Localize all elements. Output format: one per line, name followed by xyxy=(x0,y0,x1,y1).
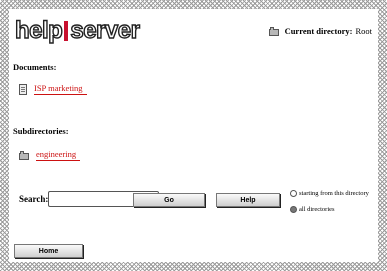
logo-bar xyxy=(64,21,69,41)
subdirectory-item[interactable]: engineering xyxy=(19,149,81,161)
helpserver-logo: help server xyxy=(14,17,141,44)
current-directory: Current directory: Root xyxy=(268,26,372,36)
search-label: Search: xyxy=(19,194,49,204)
radio-label: all directories xyxy=(299,206,335,213)
current-directory-value: Root xyxy=(355,26,372,36)
document-item[interactable]: ISP marketing xyxy=(19,83,87,95)
documents-title: Documents: xyxy=(13,62,57,72)
folder-icon xyxy=(19,150,29,160)
search-scope-all-directories[interactable]: all directories xyxy=(290,206,335,213)
search-scope-this-directory[interactable]: starting from this directory xyxy=(290,190,369,197)
document-link[interactable]: ISP marketing xyxy=(34,83,87,95)
home-button[interactable]: Home xyxy=(14,244,83,258)
radio-button[interactable] xyxy=(290,190,297,197)
subdirectory-link[interactable]: engineering xyxy=(36,149,81,161)
logo-text-server: server xyxy=(70,17,141,44)
logo-text-help: help xyxy=(14,17,63,44)
folder-icon xyxy=(268,26,279,36)
main-panel: help server Current directory: Root Docu… xyxy=(9,9,378,262)
subdirectories-title: Subdirectories: xyxy=(13,126,69,136)
document-icon xyxy=(19,83,27,95)
help-button[interactable]: Help xyxy=(216,193,280,207)
radio-label: starting from this directory xyxy=(299,190,369,197)
radio-button[interactable] xyxy=(290,206,297,213)
go-button[interactable]: Go xyxy=(133,193,205,207)
current-directory-label: Current directory: xyxy=(284,26,353,36)
